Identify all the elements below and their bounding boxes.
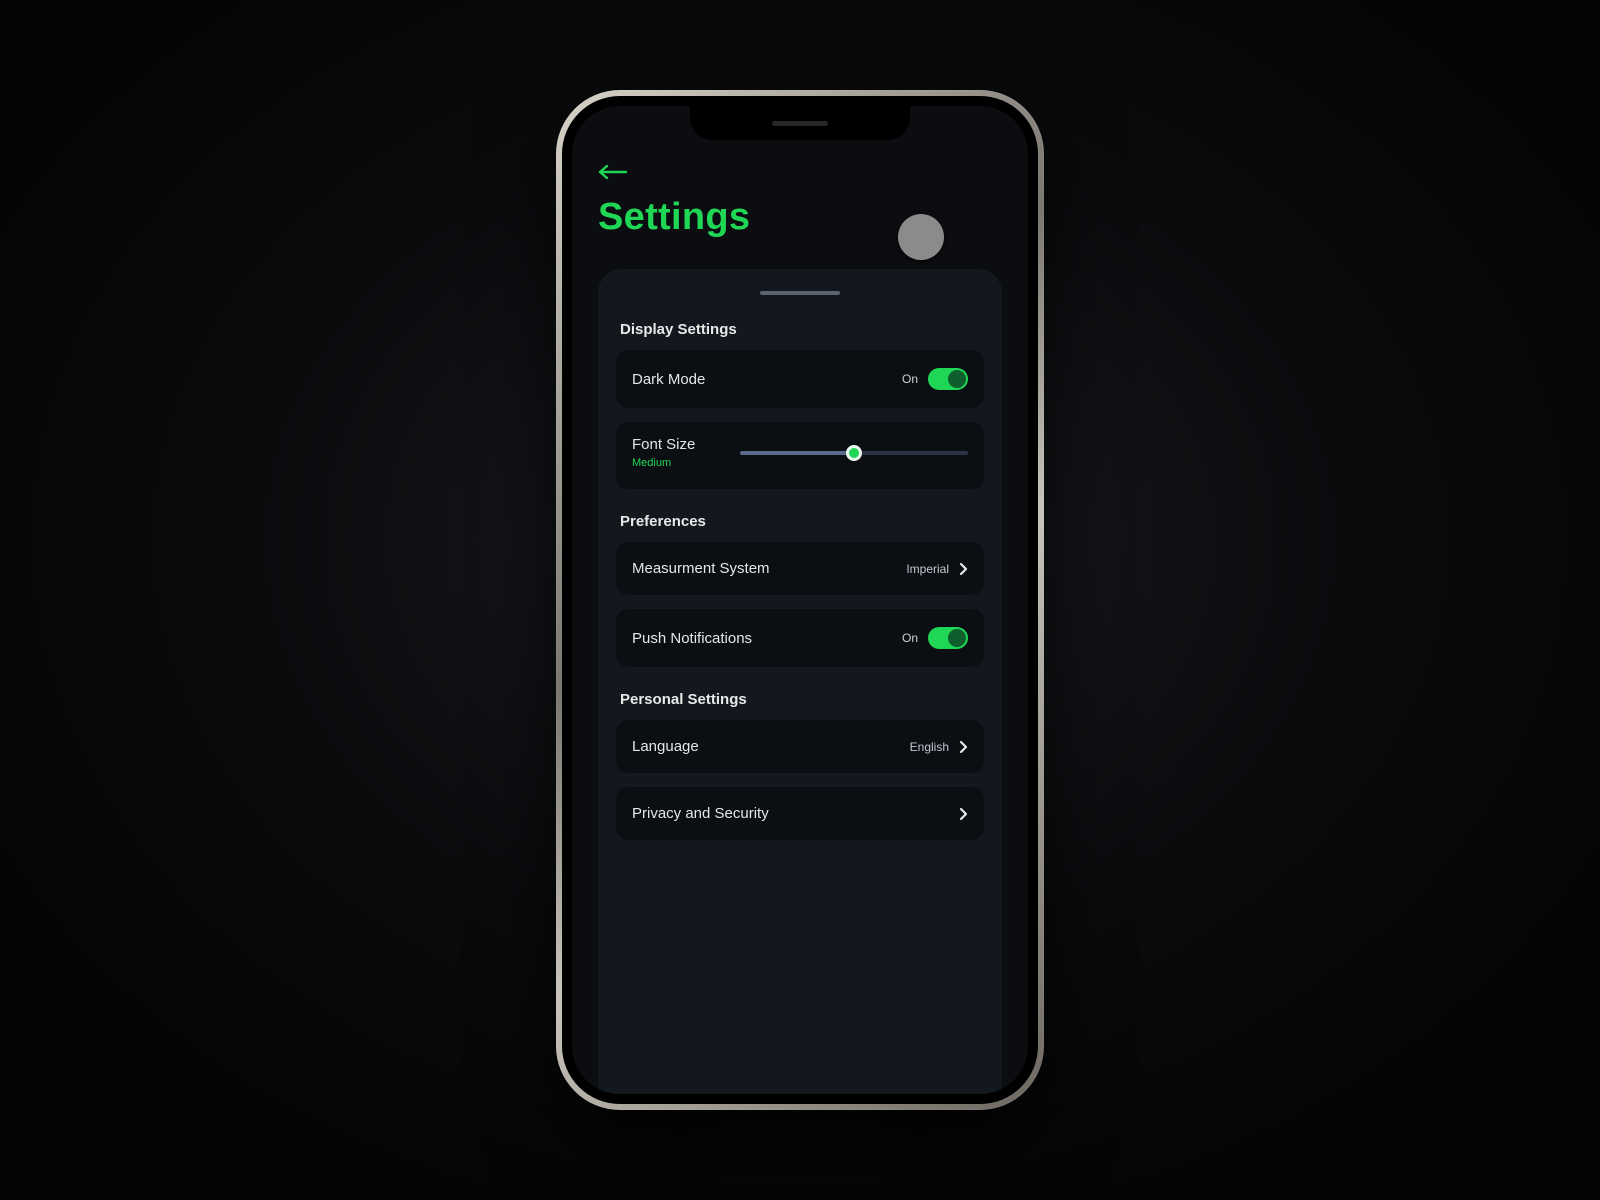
- dark-mode-label: Dark Mode: [632, 371, 705, 388]
- phone-bezel: Settings Display Settings Dark Mode On: [562, 96, 1038, 1104]
- row-dark-mode[interactable]: Dark Mode On: [616, 350, 984, 408]
- section-personal-title: Personal Settings: [620, 691, 980, 708]
- measurement-value: Imperial: [906, 562, 949, 576]
- row-font-size[interactable]: Font Size Medium: [616, 422, 984, 489]
- app-root: Settings Display Settings Dark Mode On: [572, 106, 1028, 1094]
- speaker-grill: [772, 121, 828, 126]
- sheet-grabber[interactable]: [760, 291, 840, 295]
- phone-frame: Settings Display Settings Dark Mode On: [556, 90, 1044, 1110]
- dark-mode-state: On: [902, 372, 918, 386]
- push-state: On: [902, 631, 918, 645]
- row-language[interactable]: Language English: [616, 720, 984, 773]
- row-privacy-security[interactable]: Privacy and Security: [616, 787, 984, 840]
- notch: [690, 106, 910, 140]
- push-toggle[interactable]: [928, 627, 968, 649]
- toggle-knob: [948, 629, 966, 647]
- section-display-title: Display Settings: [620, 321, 980, 338]
- avatar[interactable]: [898, 214, 944, 260]
- language-label: Language: [632, 738, 699, 755]
- measurement-label: Measurment System: [632, 560, 770, 577]
- language-value: English: [910, 740, 949, 754]
- row-push-notifications[interactable]: Push Notifications On: [616, 609, 984, 667]
- font-size-label: Font Size: [632, 436, 722, 453]
- back-button[interactable]: [598, 162, 632, 182]
- privacy-label: Privacy and Security: [632, 805, 769, 822]
- section-preferences-title: Preferences: [620, 513, 980, 530]
- push-label: Push Notifications: [632, 630, 752, 647]
- chevron-right-icon: [959, 740, 968, 754]
- dark-mode-toggle[interactable]: [928, 368, 968, 390]
- slider-thumb[interactable]: [846, 445, 862, 461]
- toggle-knob: [948, 370, 966, 388]
- arrow-left-icon: [598, 165, 628, 179]
- settings-sheet: Display Settings Dark Mode On: [598, 269, 1002, 1094]
- font-size-value: Medium: [632, 457, 722, 469]
- chevron-right-icon: [959, 807, 968, 821]
- font-size-slider[interactable]: [740, 451, 968, 455]
- screen: Settings Display Settings Dark Mode On: [572, 106, 1028, 1094]
- chevron-right-icon: [959, 562, 968, 576]
- row-measurement[interactable]: Measurment System Imperial: [616, 542, 984, 595]
